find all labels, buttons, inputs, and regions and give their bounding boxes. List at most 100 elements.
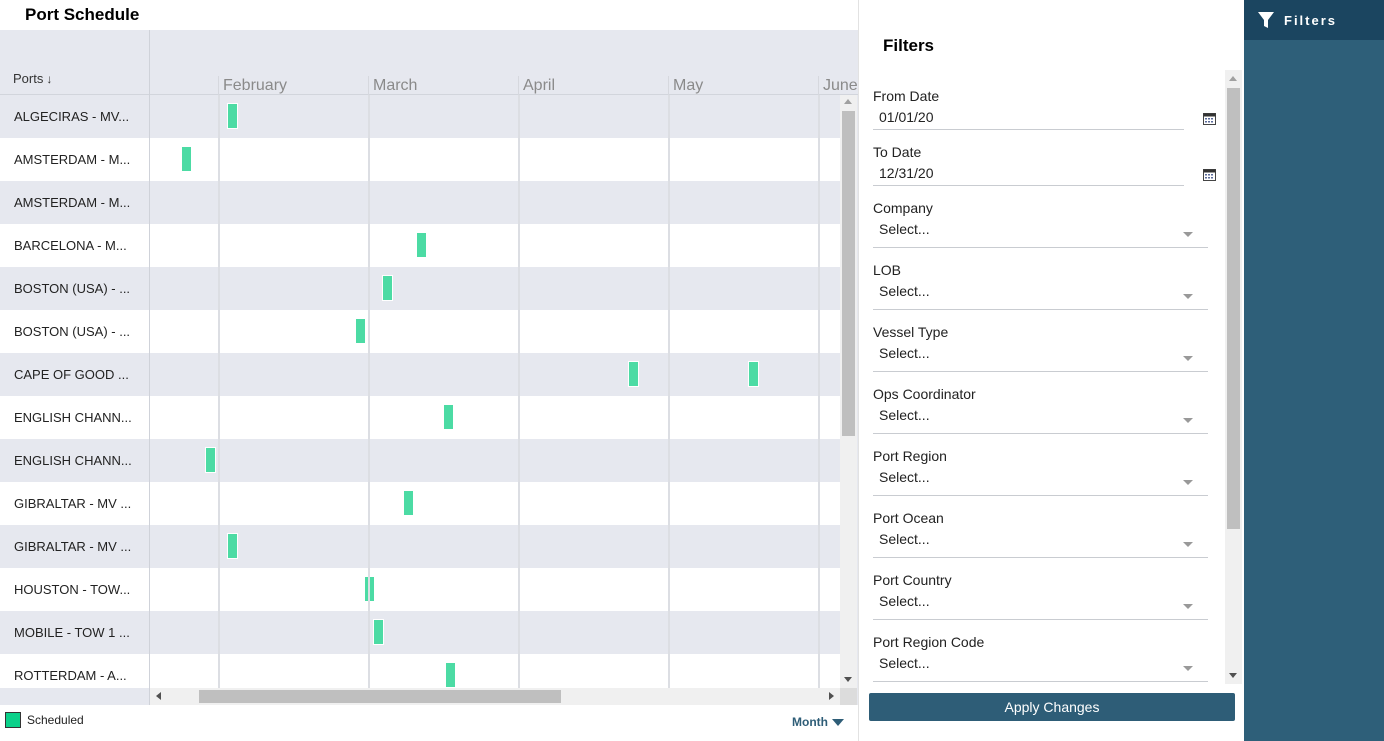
scheduled-event-bar[interactable] xyxy=(180,146,192,172)
port-label: HOUSTON - TOW... xyxy=(14,582,131,597)
select-filter-field: Company Select... xyxy=(873,198,1208,248)
gantt-row[interactable]: ALGECIRAS - MV... xyxy=(0,95,840,138)
legend-label: Scheduled xyxy=(27,713,84,727)
to-date-input[interactable]: 12/31/20 xyxy=(873,162,1184,186)
caret-down-icon xyxy=(831,718,844,726)
select-filter-dropdown[interactable]: Select... xyxy=(873,590,1208,620)
month-gridline xyxy=(818,95,820,688)
scroll-down-icon[interactable] xyxy=(1229,673,1237,678)
gantt-row[interactable]: GIBRALTAR - MV ... xyxy=(0,525,840,568)
sort-descending-icon[interactable]: ↓ xyxy=(46,72,52,86)
scroll-thumb[interactable] xyxy=(842,111,855,436)
scroll-thumb[interactable] xyxy=(1227,88,1240,529)
select-filter-value: Select... xyxy=(879,655,930,671)
filters-toggle-button[interactable]: Filters xyxy=(1244,0,1384,40)
to-date-label: To Date xyxy=(873,144,922,160)
scroll-thumb[interactable] xyxy=(199,690,561,703)
scheduled-event-bar[interactable] xyxy=(381,275,393,301)
gantt-row[interactable]: BOSTON (USA) - ... xyxy=(0,267,840,310)
month-gridline xyxy=(518,95,520,688)
select-filter-dropdown[interactable]: Select... xyxy=(873,342,1208,372)
scheduled-event-bar[interactable] xyxy=(227,533,238,559)
ports-column-header[interactable]: Ports ↓ xyxy=(13,71,52,86)
port-label: AMSTERDAM - M... xyxy=(14,152,131,167)
gantt-row[interactable]: ENGLISH CHANN... xyxy=(0,396,840,439)
legend-swatch-scheduled xyxy=(5,712,21,728)
month-gridline xyxy=(368,95,370,688)
scheduled-event-bar[interactable] xyxy=(354,318,366,344)
scroll-left-icon[interactable] xyxy=(156,692,161,700)
caret-down-icon xyxy=(1183,666,1193,671)
gantt-row[interactable]: ROTTERDAM - A... xyxy=(0,654,840,688)
gantt-row[interactable]: HOUSTON - TOW... xyxy=(0,568,840,611)
month-label: February xyxy=(218,76,287,95)
port-label: ROTTERDAM - A... xyxy=(14,668,127,683)
gantt-row[interactable]: BARCELONA - M... xyxy=(0,224,840,267)
scheduled-event-bar[interactable] xyxy=(444,662,456,688)
scheduled-event-bar[interactable] xyxy=(402,490,414,516)
column-divider xyxy=(149,267,150,310)
month-label: March xyxy=(368,76,417,95)
from-date-field: From Date 01/01/20 xyxy=(873,86,1216,130)
scroll-up-icon[interactable] xyxy=(1229,76,1237,81)
gantt-row[interactable]: AMSTERDAM - M... xyxy=(0,181,840,224)
gantt-row[interactable]: CAPE OF GOOD ... xyxy=(0,353,840,396)
page-title: Port Schedule xyxy=(25,5,140,24)
column-divider xyxy=(149,310,150,353)
caret-down-icon xyxy=(1183,542,1193,547)
select-filter-label: Port Region xyxy=(873,448,947,464)
calendar-icon[interactable] xyxy=(1203,168,1216,181)
select-filter-dropdown[interactable]: Select... xyxy=(873,528,1208,558)
column-divider xyxy=(149,396,150,439)
port-label: ENGLISH CHANN... xyxy=(14,410,132,425)
scheduled-event-bar[interactable] xyxy=(416,232,427,258)
select-filter-dropdown[interactable]: Select... xyxy=(873,466,1208,496)
scroll-up-icon[interactable] xyxy=(844,99,852,104)
select-filter-field: Port Region Code Select... xyxy=(873,632,1208,682)
side-rail-label: Filters xyxy=(1284,12,1338,28)
port-label: GIBRALTAR - MV ... xyxy=(14,539,132,554)
select-filter-dropdown[interactable]: Select... xyxy=(873,652,1208,682)
gantt-grid: Ports ↓ February March April May June ALGECIR… xyxy=(0,30,858,705)
gantt-header: Ports ↓ February March April May June xyxy=(0,30,858,95)
gantt-row[interactable]: BOSTON (USA) - ... xyxy=(0,310,840,353)
port-label: ALGECIRAS - MV... xyxy=(14,109,130,124)
select-filter-dropdown[interactable]: Select... xyxy=(873,280,1208,310)
gantt-rows: ALGECIRAS - MV... AMSTERDAM - M... AMSTERD… xyxy=(0,95,840,688)
select-filter-dropdown[interactable]: Select... xyxy=(873,404,1208,434)
legend: Scheduled xyxy=(5,712,84,728)
apply-changes-button[interactable]: Apply Changes xyxy=(869,693,1235,721)
from-date-input[interactable]: 01/01/20 xyxy=(873,106,1184,130)
scheduled-event-bar[interactable] xyxy=(204,447,216,473)
scheduled-event-bar[interactable] xyxy=(372,619,384,645)
select-filter-value: Select... xyxy=(879,593,930,609)
gantt-vertical-scrollbar[interactable] xyxy=(840,95,857,688)
calendar-icon[interactable] xyxy=(1203,112,1216,125)
filters-scrollbar[interactable] xyxy=(1225,70,1242,684)
select-filter-field: LOB Select... xyxy=(873,260,1208,310)
select-filter-value: Select... xyxy=(879,283,930,299)
column-divider xyxy=(149,525,150,568)
month-gridline xyxy=(218,95,220,688)
scheduled-event-bar[interactable] xyxy=(227,103,238,129)
select-filter-field: Port Country Select... xyxy=(873,570,1208,620)
select-filter-value: Select... xyxy=(879,469,930,485)
timescale-dropdown[interactable]: Month xyxy=(792,715,844,729)
scheduled-event-bar[interactable] xyxy=(747,361,759,387)
scroll-right-icon[interactable] xyxy=(829,692,834,700)
gantt-horizontal-scrollbar[interactable] xyxy=(150,688,840,705)
gantt-row[interactable]: MOBILE - TOW 1 ... xyxy=(0,611,840,654)
filters-title: Filters xyxy=(883,36,935,55)
select-filter-dropdown[interactable]: Select... xyxy=(873,218,1208,248)
port-label: AMSTERDAM - M... xyxy=(14,195,131,210)
scheduled-event-bar[interactable] xyxy=(443,404,454,430)
scroll-down-icon[interactable] xyxy=(844,677,852,682)
from-date-label: From Date xyxy=(873,88,940,104)
gantt-row[interactable]: AMSTERDAM - M... xyxy=(0,138,840,181)
select-filter-value: Select... xyxy=(879,407,930,423)
caret-down-icon xyxy=(1183,356,1193,361)
gantt-row[interactable]: ENGLISH CHANN... xyxy=(0,439,840,482)
gantt-row[interactable]: GIBRALTAR - MV ... xyxy=(0,482,840,525)
scheduled-event-bar[interactable] xyxy=(627,361,639,387)
month-label: May xyxy=(668,76,703,95)
